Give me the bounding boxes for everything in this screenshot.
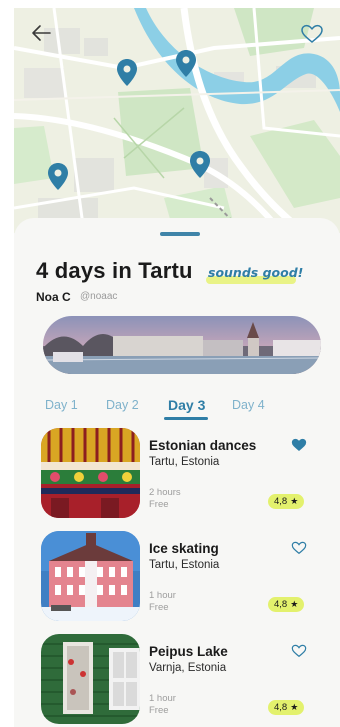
star-icon: ★ bbox=[290, 702, 299, 712]
rating-value: 4,8 bbox=[274, 496, 288, 507]
activity-duration: 2 hours bbox=[149, 487, 181, 498]
activity-title: Peipus Lake bbox=[149, 644, 228, 659]
tab-day-3[interactable]: Day 3 bbox=[168, 397, 205, 413]
activity-duration: 1 hour bbox=[149, 693, 176, 704]
tab-day-1[interactable]: Day 1 bbox=[45, 398, 78, 412]
rating-badge: 4,8 ★ bbox=[268, 597, 305, 612]
favorite-trip-button[interactable] bbox=[300, 24, 328, 52]
tagline: sounds good! bbox=[208, 265, 304, 280]
map-canvas bbox=[14, 8, 340, 233]
rating-value: 4,8 bbox=[274, 599, 288, 610]
author-name: Noa C bbox=[36, 290, 71, 304]
trip-sheet: 4 days in Tartu sounds good! Noa C @noaa… bbox=[14, 218, 340, 727]
activity-card[interactable]: Peipus Lake Varnja, Estonia 1 hour Free … bbox=[41, 634, 331, 724]
back-button[interactable] bbox=[30, 24, 58, 52]
rating-badge: 4,8 ★ bbox=[268, 700, 305, 715]
activity-price: Free bbox=[149, 499, 169, 510]
activity-location: Varnja, Estonia bbox=[149, 662, 227, 674]
activity-image bbox=[41, 428, 140, 518]
trip-banner-image bbox=[43, 316, 321, 374]
star-icon: ★ bbox=[290, 496, 299, 506]
heart-outline-icon[interactable] bbox=[291, 644, 307, 658]
rating-badge: 4,8 ★ bbox=[268, 494, 305, 509]
activity-card[interactable]: Estonian dances Tartu, Estonia 2 hours F… bbox=[41, 428, 331, 518]
map[interactable] bbox=[14, 8, 340, 233]
activity-image bbox=[41, 531, 140, 621]
activity-location: Tartu, Estonia bbox=[149, 456, 220, 468]
tab-day-2[interactable]: Day 2 bbox=[106, 398, 139, 412]
heart-outline-icon[interactable] bbox=[291, 541, 307, 555]
activity-title: Estonian dances bbox=[149, 438, 257, 453]
author-handle: @noaac bbox=[80, 291, 118, 302]
rating-value: 4,8 bbox=[274, 702, 288, 713]
activity-duration: 1 hour bbox=[149, 590, 176, 601]
drag-handle[interactable] bbox=[160, 232, 200, 236]
activity-price: Free bbox=[149, 602, 169, 613]
star-icon: ★ bbox=[290, 599, 299, 609]
activity-card[interactable]: Ice skating Tartu, Estonia 1 hour Free 4… bbox=[41, 531, 331, 621]
active-tab-indicator bbox=[164, 417, 208, 420]
day-tabs: Day 1 Day 2 Day 3 Day 4 bbox=[14, 397, 340, 428]
activity-image bbox=[41, 634, 140, 724]
arrow-left-icon bbox=[32, 25, 51, 41]
activity-title: Ice skating bbox=[149, 541, 219, 556]
heart-outline-icon bbox=[301, 24, 323, 43]
heart-filled-icon[interactable] bbox=[291, 438, 307, 452]
activity-location: Tartu, Estonia bbox=[149, 559, 220, 571]
tab-day-4[interactable]: Day 4 bbox=[232, 398, 265, 412]
page-title: 4 days in Tartu bbox=[36, 258, 193, 283]
activity-price: Free bbox=[149, 705, 169, 716]
screen: 4 days in Tartu sounds good! Noa C @noaa… bbox=[14, 8, 340, 727]
